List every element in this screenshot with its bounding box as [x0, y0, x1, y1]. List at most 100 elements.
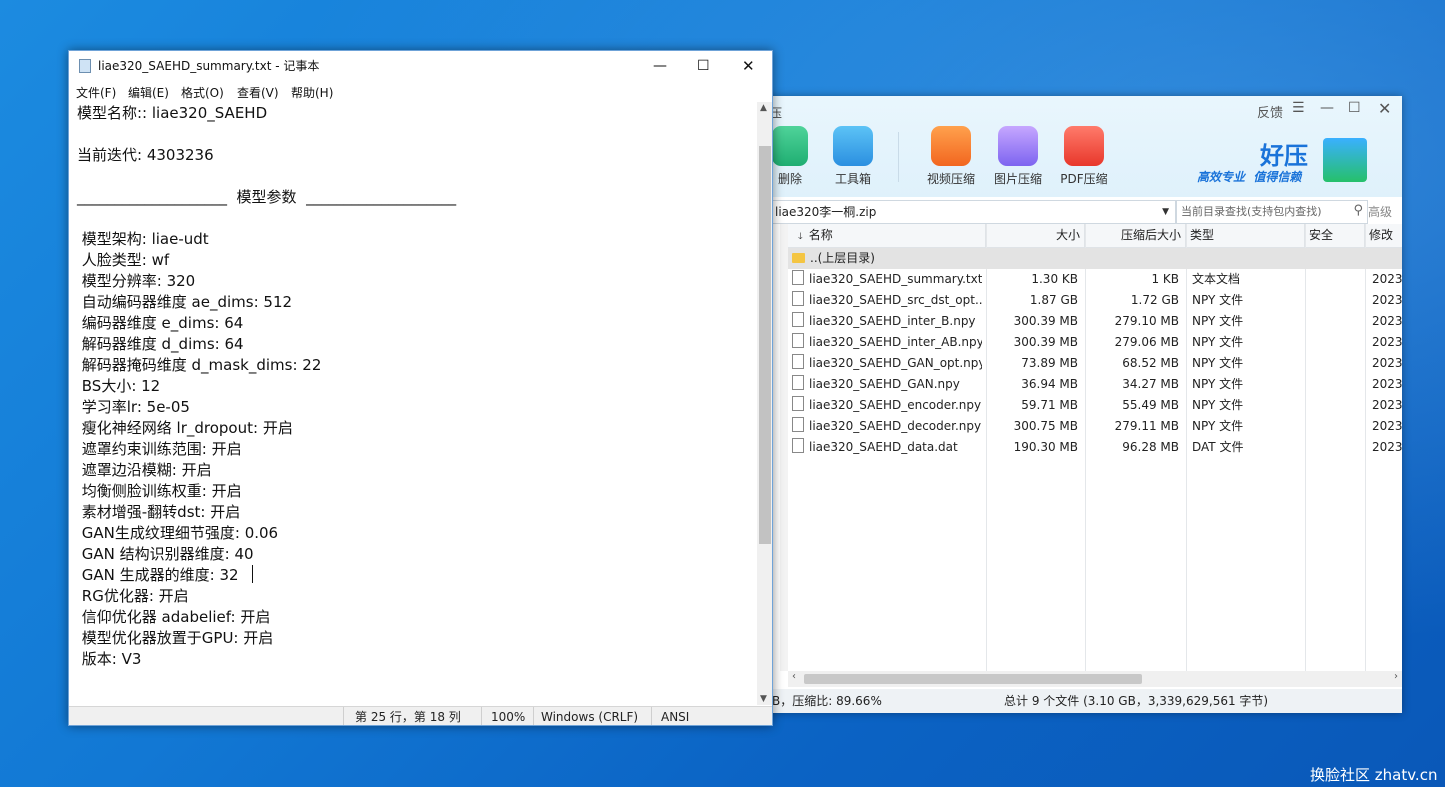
maximize-icon[interactable]: ☐ [697, 51, 710, 81]
file-name: liae320_SAEHD_GAN.npy [809, 377, 960, 391]
file-name: liae320_SAEHD_decoder.npy [809, 419, 982, 433]
file-name: liae320_SAEHD_inter_AB.npy [809, 335, 982, 349]
column-packed-size[interactable]: 压缩后大小 [1085, 224, 1186, 247]
scroll-left-icon[interactable]: ‹ [792, 671, 796, 682]
scroll-right-icon[interactable]: › [1394, 671, 1398, 682]
pdf-compress-button[interactable]: PDF压缩 [1054, 126, 1114, 187]
toolbox-button[interactable]: 工具箱 [823, 126, 883, 187]
vertical-scroll-thumb[interactable] [759, 146, 771, 544]
parent-dir-label: ..(上层目录) [810, 251, 875, 265]
file-modified: 2023- [1372, 440, 1402, 454]
path-text: liae320李一桐.zip [775, 205, 877, 219]
file-modified: 2023- [1372, 314, 1402, 328]
table-row[interactable]: liae320_SAEHD_decoder.npy 300.75 MB 279.11… [788, 416, 1402, 437]
file-name: liae320_SAEHD_data.dat [809, 440, 958, 454]
folder-icon [792, 253, 805, 263]
table-row[interactable]: liae320_SAEHD_inter_B.npy 300.39 MB 279.10… [788, 311, 1402, 332]
notepad-text-area[interactable]: 模型名称:: liae320_SAEHD 当前迭代: 4303236 _______… [73, 102, 759, 706]
text-line: ____________________ 模型参数 ______________… [77, 188, 457, 206]
file-modified: 2023- [1372, 398, 1402, 412]
close-icon[interactable]: ✕ [1378, 99, 1391, 118]
table-row[interactable]: liae320_SAEHD_encoder.npy 59.71 MB 55.49 M… [788, 395, 1402, 416]
table-row[interactable]: liae320_SAEHD_data.dat 190.30 MB 96.28 MB D… [788, 437, 1402, 458]
column-security[interactable]: 安全 [1305, 224, 1365, 247]
search-input[interactable]: 当前目录查找(支持包内查找) ⚲ [1176, 200, 1368, 224]
file-modified: 2023- [1372, 356, 1402, 370]
ribbon-divider [898, 132, 899, 182]
table-row[interactable]: liae320_SAEHD_inter_AB.npy 300.39 MB 279.0… [788, 332, 1402, 353]
text-line: RG优化器: 开启 [77, 587, 189, 605]
file-icon [792, 312, 804, 327]
line-ending: Windows (CRLF) [541, 710, 639, 724]
menu-icon[interactable]: ☰ [1292, 100, 1305, 116]
zoom-level: 100% [491, 710, 526, 724]
delete-label: 删除 [777, 172, 802, 186]
video-compress-button[interactable]: 视频压缩 [921, 126, 981, 187]
column-modified[interactable]: 修改时 [1365, 224, 1402, 265]
scroll-down-icon[interactable]: ▼ [760, 694, 767, 704]
file-name: liae320_SAEHD_GAN_opt.npy [809, 356, 982, 370]
file-type: NPY 文件 [1192, 293, 1244, 307]
horizontal-scrollbar[interactable]: ‹ › [788, 671, 1402, 687]
maximize-icon[interactable]: ☐ [1348, 100, 1361, 116]
file-icon [792, 291, 804, 306]
notepad-title-bar[interactable]: liae320_SAEHD_summary.txt - 记事本 — ☐ ✕ [69, 51, 772, 81]
scroll-up-icon[interactable]: ▲ [760, 103, 767, 113]
file-packed-size: 1 KB [1151, 272, 1179, 286]
advanced-search-link[interactable]: 高级 [1368, 203, 1392, 220]
left-pane-edge [780, 224, 788, 671]
toolbox-icon [833, 126, 873, 166]
notepad-status-bar: 第 25 行，第 18 列 100% Windows (CRLF) ANSI [69, 706, 772, 725]
column-type[interactable]: 类型 [1186, 224, 1305, 247]
menu-help[interactable]: 帮助(H) [291, 84, 333, 101]
brand-box-icon [1323, 138, 1367, 182]
toolbox-label: 工具箱 [834, 172, 871, 186]
table-row[interactable]: liae320_SAEHD_GAN_opt.npy 73.89 MB 68.52 M… [788, 353, 1402, 374]
compressor-window: 压 反馈 ☰ — ☐ ✕ 删除 工具箱 视频压缩 图片压缩 PDF压缩 好压 高… [740, 96, 1402, 713]
menu-format[interactable]: 格式(O) [181, 84, 224, 101]
table-row[interactable]: liae320_SAEHD_summary.txt 1.30 KB 1 KB 文本文档… [788, 269, 1402, 290]
file-modified: 2023- [1372, 335, 1402, 349]
minimize-icon[interactable]: — [1320, 100, 1334, 116]
text-line: 信仰优化器 adabelief: 开启 [77, 608, 271, 626]
file-type: 文本文档 [1192, 272, 1241, 286]
path-bar[interactable]: liae320李一桐.zip ▼ [770, 200, 1176, 224]
notepad-title: liae320_SAEHD_summary.txt - 记事本 [98, 59, 320, 73]
vertical-scrollbar[interactable]: ▲ ▼ [757, 102, 772, 705]
text-line: 当前迭代: 4303236 [77, 146, 214, 164]
image-compress-button[interactable]: 图片压缩 [988, 126, 1048, 187]
menu-file[interactable]: 文件(F) [76, 84, 116, 101]
close-icon[interactable]: ✕ [742, 51, 755, 81]
chevron-down-icon[interactable]: ▼ [1162, 201, 1169, 223]
text-line: 解码器掩码维度 d_mask_dims: 22 [77, 356, 322, 374]
file-modified: 2023- [1372, 272, 1402, 286]
file-modified: 2023- [1372, 293, 1402, 307]
file-size: 300.39 MB [1013, 335, 1078, 349]
file-size: 59.71 MB [1021, 398, 1078, 412]
table-row[interactable]: liae320_SAEHD_GAN.npy 36.94 MB 34.27 MB NPY… [788, 374, 1402, 395]
horizontal-scroll-thumb[interactable] [804, 674, 1142, 684]
notepad-icon [79, 59, 91, 73]
parent-dir-row[interactable]: ..(上层目录) [788, 248, 1402, 269]
column-name[interactable]: 🡓 名称 [788, 224, 986, 247]
search-icon[interactable]: ⚲ [1353, 200, 1363, 222]
file-type: NPY 文件 [1192, 314, 1244, 328]
feedback-button[interactable]: 反馈 [1257, 102, 1283, 121]
file-icon [792, 375, 804, 390]
pdf-icon [1064, 126, 1104, 166]
menu-edit[interactable]: 编辑(E) [128, 84, 169, 101]
text-line: 学习率lr: 5e-05 [77, 398, 190, 416]
text-line: 自动编码器维度 ae_dims: 512 [77, 293, 293, 311]
file-packed-size: 55.49 MB [1122, 398, 1179, 412]
minimize-icon[interactable]: — [653, 51, 667, 81]
video-compress-label: 视频压缩 [926, 172, 975, 186]
file-size: 1.30 KB [1031, 272, 1078, 286]
file-size: 1.87 GB [1029, 293, 1078, 307]
text-line: 编码器维度 e_dims: 64 [77, 314, 244, 332]
column-size[interactable]: 大小 [986, 224, 1085, 247]
text-line: 遮罩边沿模糊: 开启 [77, 461, 212, 479]
notepad-window: liae320_SAEHD_summary.txt - 记事本 — ☐ ✕ 文件… [68, 50, 773, 726]
recycle-icon [772, 126, 808, 166]
menu-view[interactable]: 查看(V) [237, 84, 279, 101]
table-row[interactable]: liae320_SAEHD_src_dst_opt.... 1.87 GB 1.72… [788, 290, 1402, 311]
